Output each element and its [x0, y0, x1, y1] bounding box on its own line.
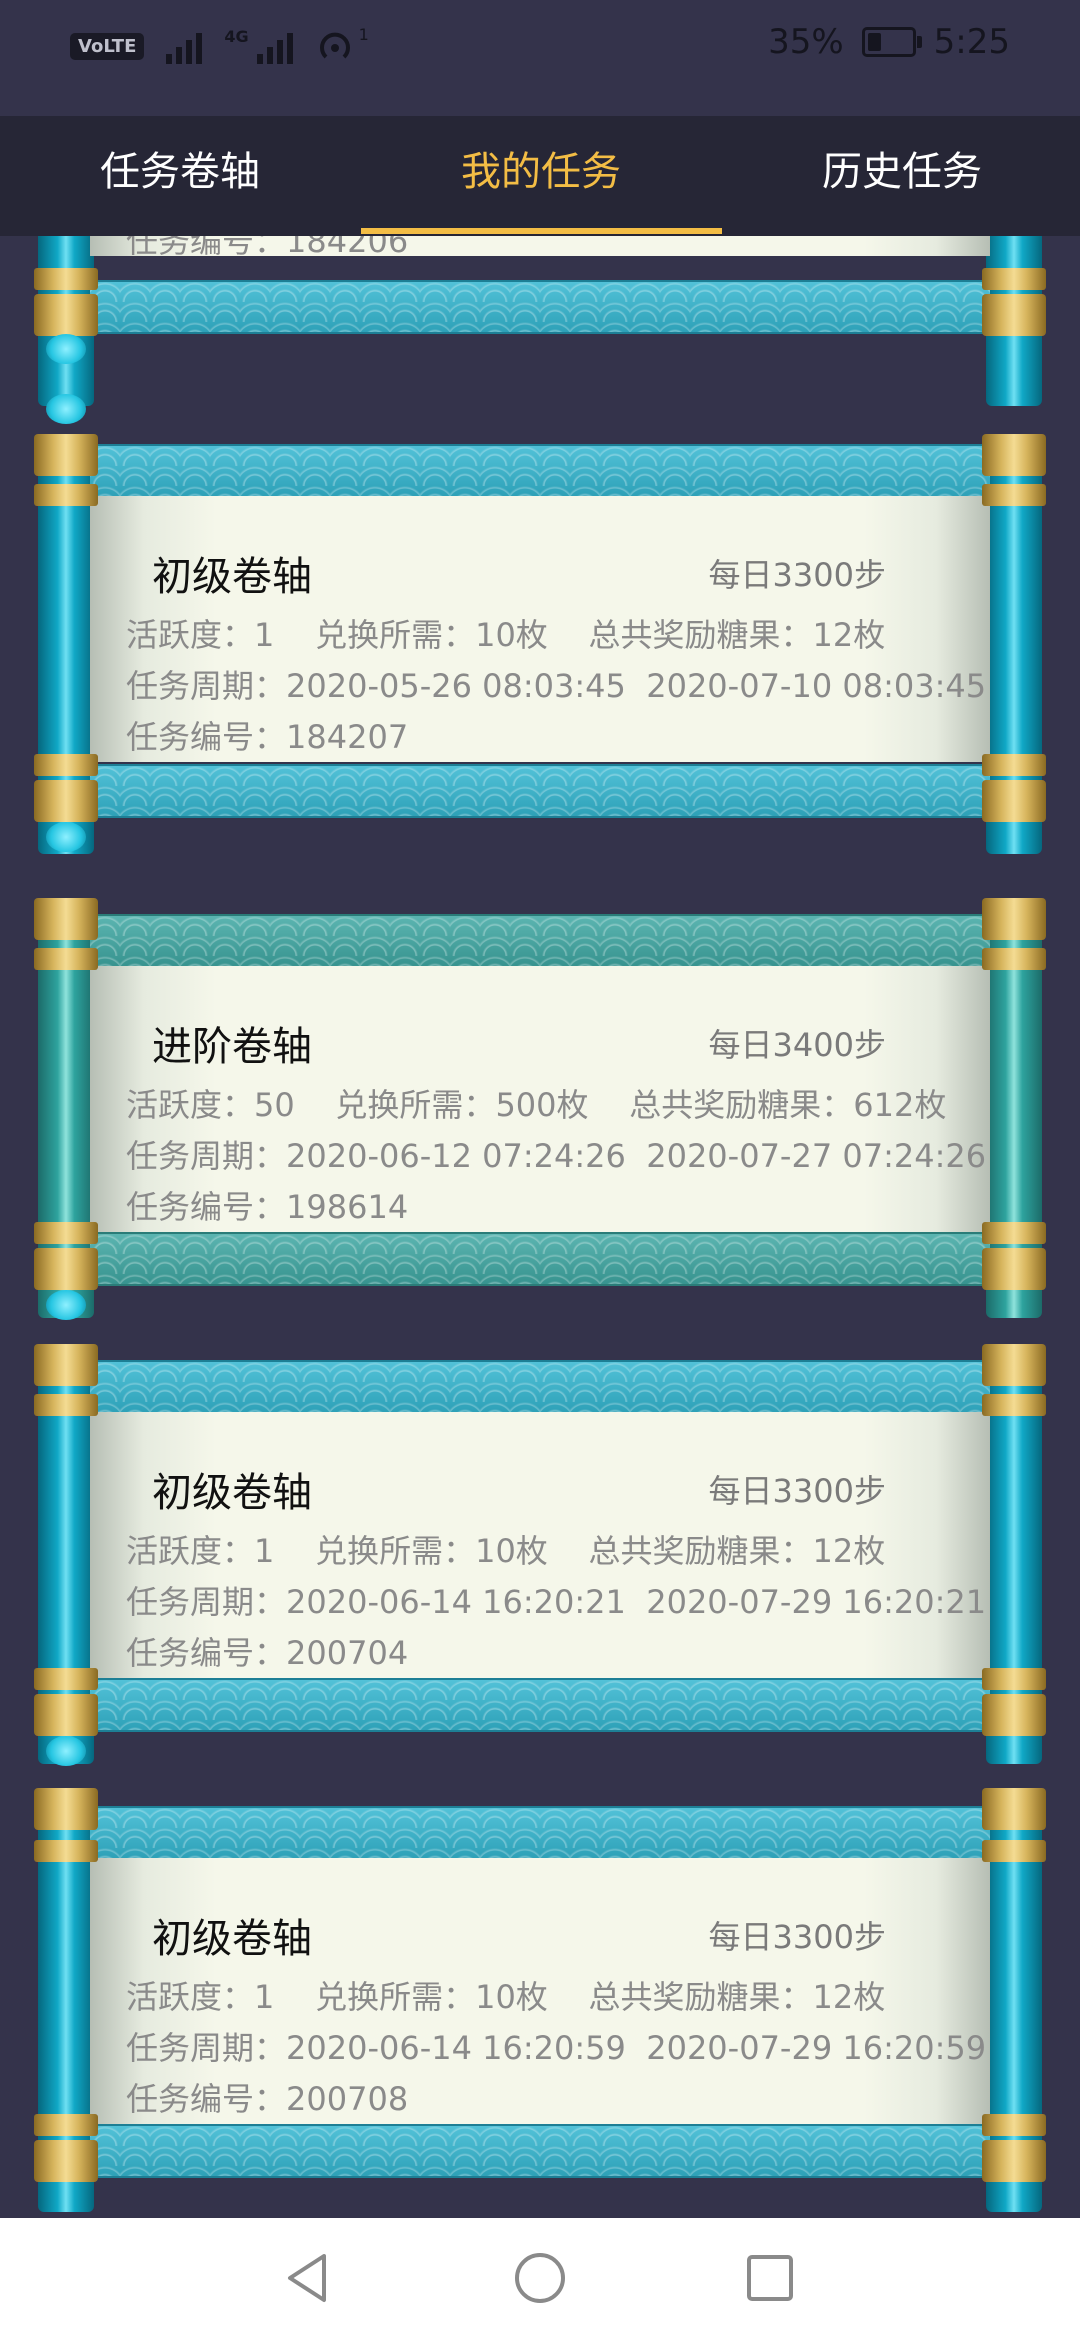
- active-tab-indicator: [361, 228, 722, 234]
- clock: 5:25: [933, 22, 1010, 62]
- gold-cap: [34, 434, 98, 476]
- gold-cap: [34, 294, 98, 336]
- gold-cap: [34, 1248, 98, 1290]
- recents-square-icon[interactable]: [740, 2248, 800, 2308]
- task-number-line: 任务编号：184207: [126, 718, 409, 756]
- signal-2-icon: [256, 28, 293, 64]
- gold-ring: [982, 484, 1046, 506]
- task-scroll[interactable]: 进阶卷轴 每日3400步 活跃度：50 兑换所需：500枚 总共奖励糖果：612…: [34, 898, 1046, 1320]
- task-stats-line: 活跃度：1 兑换所需：10枚 总共奖励糖果：12枚: [126, 1532, 886, 1570]
- task-scroll[interactable]: 任务编号：184206: [34, 236, 1046, 416]
- gold-cap: [34, 898, 98, 940]
- battery-percent: 35%: [768, 22, 844, 62]
- gold-cap: [982, 898, 1046, 940]
- gold-cap: [34, 1694, 98, 1736]
- task-number-line: 任务编号：200704: [126, 1634, 409, 1672]
- task-scroll[interactable]: 初级卷轴 每日3300步 活跃度：1 兑换所需：10枚 总共奖励糖果：12枚 任…: [34, 394, 1046, 854]
- task-period-line: 任务周期：2020-06-14 16:20:59 2020-07-29 16:2…: [126, 2029, 987, 2067]
- scroll-top-roll: [90, 444, 990, 498]
- gold-ring: [34, 948, 98, 970]
- status-bar: VoLTE 4G 1 35% 5:25: [0, 0, 1080, 116]
- gold-cap: [34, 780, 98, 822]
- gold-cap: [982, 1248, 1046, 1290]
- scroll-knob: [46, 1290, 86, 1320]
- task-steps: 每日3300步: [708, 1918, 886, 1956]
- task-period-line: 任务周期：2020-06-14 16:20:21 2020-07-29 16:2…: [126, 1583, 987, 1621]
- scroll-bottom-roll: [90, 764, 990, 818]
- task-number-line: 任务编号：198614: [126, 1188, 409, 1226]
- task-title: 初级卷轴: [152, 1470, 312, 1516]
- gold-cap: [34, 2140, 98, 2182]
- scroll-top-roll: [90, 914, 990, 968]
- gold-cap: [982, 2140, 1046, 2182]
- scroll-top-roll: [90, 1360, 990, 1414]
- scroll-bottom-roll: [90, 1232, 990, 1286]
- task-steps: 每日3400步: [708, 1026, 886, 1064]
- task-title: 进阶卷轴: [152, 1024, 312, 1070]
- task-number-line: 任务编号：200708: [126, 2080, 409, 2118]
- scroll-bottom-roll: [90, 2124, 990, 2178]
- gold-ring: [982, 1840, 1046, 1862]
- gold-cap: [982, 780, 1046, 822]
- gold-ring: [34, 2114, 98, 2136]
- gold-ring: [982, 948, 1046, 970]
- gold-ring: [34, 1394, 98, 1416]
- task-stats-line: 活跃度：50 兑换所需：500枚 总共奖励糖果：612枚: [126, 1086, 947, 1124]
- signal-icon: [166, 28, 203, 64]
- gold-ring: [34, 754, 98, 776]
- gold-ring: [982, 1668, 1046, 1690]
- tab-history-tasks[interactable]: 历史任务: [722, 116, 1080, 236]
- back-triangle-icon[interactable]: [278, 2248, 338, 2308]
- gold-cap: [982, 1694, 1046, 1736]
- gold-ring: [34, 1840, 98, 1862]
- scroll-bottom-roll: [90, 280, 990, 334]
- scroll-knob: [46, 1736, 86, 1766]
- task-period-line: 任务周期：2020-05-26 08:03:45 2020-07-10 08:0…: [126, 667, 987, 705]
- task-list[interactable]: 任务编号：184206 初级卷轴 每日3300步 活跃度：1 兑换所需：10枚 …: [0, 236, 1080, 2218]
- task-scroll[interactable]: 初级卷轴 每日3300步 活跃度：1 兑换所需：10枚 总共奖励糖果：12枚 任…: [34, 1788, 1046, 2218]
- task-title: 初级卷轴: [152, 1916, 312, 1962]
- gold-cap: [982, 1344, 1046, 1386]
- task-period-line: 任务周期：2020-06-12 07:24:26 2020-07-27 07:2…: [126, 1137, 987, 1175]
- gold-ring: [34, 484, 98, 506]
- task-steps: 每日3300步: [708, 556, 886, 594]
- hotspot-icon: [319, 32, 350, 59]
- tab-bar: 任务卷轴 我的任务 历史任务: [0, 116, 1080, 236]
- gold-ring: [34, 1222, 98, 1244]
- scroll-bottom-roll: [90, 1678, 990, 1732]
- task-title: 初级卷轴: [152, 554, 312, 600]
- gold-ring: [34, 268, 98, 290]
- gold-ring: [982, 1394, 1046, 1416]
- scroll-knob: [46, 334, 86, 364]
- task-steps: 每日3300步: [708, 1472, 886, 1510]
- gold-ring: [982, 1222, 1046, 1244]
- task-number-line: 任务编号：184206: [126, 236, 409, 260]
- gold-ring: [982, 754, 1046, 776]
- tab-my-tasks[interactable]: 我的任务: [361, 116, 721, 236]
- battery-icon: [861, 27, 922, 57]
- gold-cap: [982, 1788, 1046, 1830]
- task-scroll[interactable]: 初级卷轴 每日3300步 活跃度：1 兑换所需：10枚 总共奖励糖果：12枚 任…: [34, 1344, 1046, 1766]
- gold-cap: [34, 1788, 98, 1830]
- gold-ring: [982, 268, 1046, 290]
- status-icons-left: VoLTE 4G 1: [70, 24, 369, 66]
- home-circle-icon[interactable]: [510, 2248, 570, 2308]
- gold-ring: [982, 2114, 1046, 2136]
- tab-task-scrolls[interactable]: 任务卷轴: [0, 116, 360, 236]
- task-stats-line: 活跃度：1 兑换所需：10枚 总共奖励糖果：12枚: [126, 616, 886, 654]
- task-stats-line: 活跃度：1 兑换所需：10枚 总共奖励糖果：12枚: [126, 1978, 886, 2016]
- system-nav-bar: [0, 2218, 1080, 2340]
- gold-cap: [982, 294, 1046, 336]
- scroll-knob: [46, 822, 86, 852]
- hotspot-count: 1: [358, 24, 369, 44]
- status-icons-right: 35% 5:25: [768, 22, 1010, 62]
- volte-badge: VoLTE: [70, 32, 145, 60]
- scroll-top-roll: [90, 1806, 990, 1860]
- gold-cap: [34, 1344, 98, 1386]
- network-gen-label: 4G: [224, 26, 249, 46]
- gold-ring: [34, 1668, 98, 1690]
- gold-cap: [982, 434, 1046, 476]
- scroll-knob: [46, 394, 86, 424]
